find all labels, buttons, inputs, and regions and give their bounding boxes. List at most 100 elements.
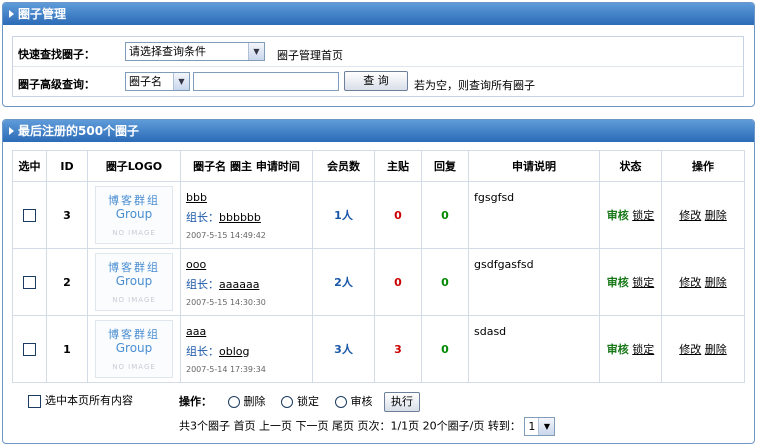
member-count: 2人 [312,248,375,316]
apply-time: 2007-5-15 14:49:42 [186,230,266,240]
select-all-checkbox[interactable] [28,394,41,408]
chevron-down-icon[interactable]: ▼ [538,418,555,435]
header-replies: 回复 [421,150,469,182]
quick-find-select-value: 请选择查询条件 [129,45,206,58]
chevron-down-icon[interactable]: ▼ [173,73,189,90]
radio-lock-label: 锁定 [297,395,319,408]
apply-time: 2007-5-15 14:30:30 [186,297,266,307]
advanced-query-label: 圈子高级查询： [18,78,95,91]
delete-link[interactable]: 删除 [705,343,727,356]
chevron-down-icon[interactable]: ▼ [248,43,264,60]
table-row: 3 博客群组 Group NO IMAGE bbb 组长：bbbbbb 2007-5… [12,181,745,249]
ops-label: 操作： [179,395,212,408]
table-row: 2 博客群组 Group NO IMAGE ooo 组长：aaaaaa 2007-5… [12,248,745,316]
circle-logo: 博客群组 Group NO IMAGE [95,186,173,244]
query-box: 快速查找圈子： 请选择查询条件 ▼ 圈子管理首页 圈子高级查询： 圈子名 ▼ 查 询… [12,36,744,97]
header-name: 圈子名 圈主 申请时间 [180,150,313,182]
quick-find-select[interactable]: 请选择查询条件 ▼ [125,42,265,61]
header-posts: 主贴 [374,150,422,182]
panel-title: 最后注册的500个圈子 [18,124,140,138]
row-id: 1 [46,315,88,383]
row-checkbox[interactable] [23,275,36,289]
header-actions: 操作 [661,150,745,182]
panel-header: 最后注册的500个圈子 [3,120,754,142]
circle-management-panel: 圈子管理 快速查找圈子： 请选择查询条件 ▼ 圈子管理首页 圈子高级查询： 圈子名… [2,2,755,107]
audit-status-link[interactable]: 审核 [607,343,629,356]
header-select: 选中 [12,150,47,182]
table-footer: 选中本页所有内容 操作： 删除 锁定 审核 执行 共3个圈子 首页 上一页 下一… [3,385,754,440]
search-hint: 若为空，则查询所有圈子 [414,79,535,92]
panel-header: 圈子管理 [3,3,754,25]
edit-link[interactable]: 修改 [679,209,701,222]
radio-delete[interactable] [227,396,240,408]
post-count: 0 [374,181,422,249]
lock-link[interactable]: 锁定 [632,209,654,222]
post-count: 3 [374,315,422,383]
edit-link[interactable]: 修改 [679,343,701,356]
leader-link[interactable]: aaaaaa [219,278,259,291]
circle-logo: 博客群组 Group NO IMAGE [95,253,173,311]
reply-count: 0 [421,181,469,249]
header-members: 会员数 [312,150,375,182]
circle-name-link[interactable]: aaa [186,325,312,338]
leader-link[interactable]: oblog [219,345,249,358]
page-select-value: 1 [528,420,536,433]
leader-label: 组长： [186,277,219,291]
row-id: 2 [46,248,88,316]
header-description: 申请说明 [468,150,600,182]
circle-name-link[interactable]: bbb [186,191,312,204]
triangle-icon [9,127,14,135]
header-logo: 圈子LOGO [87,150,181,182]
radio-lock[interactable] [281,396,293,408]
audit-status-link[interactable]: 审核 [607,276,629,289]
delete-link[interactable]: 删除 [705,209,727,222]
radio-audit-label: 审核 [350,395,373,408]
recent-circles-panel: 最后注册的500个圈子 选中 ID 圈子LOGO 圈子名 圈主 申请时间 会员数… [2,119,755,444]
audit-status-link[interactable]: 审核 [607,209,629,222]
member-count: 1人 [312,181,375,249]
row-id: 3 [46,181,88,249]
pagination: 共3个圈子 首页 上一页 下一页 尾页 页次：1/1页 20个圈子/页 转到： … [179,417,556,436]
row-checkbox[interactable] [23,342,36,356]
quick-find-label: 快速查找圈子： [18,48,95,61]
select-all-label: 选中本页所有内容 [45,394,133,407]
header-id: ID [46,150,88,182]
lock-link[interactable]: 锁定 [632,276,654,289]
table-row: 1 博客群组 Group NO IMAGE aaa 组长：oblog 2007-5-… [12,315,745,383]
lock-link[interactable]: 锁定 [632,343,654,356]
pager-text: 共3个圈子 首页 上一页 下一页 尾页 页次：1/1页 20个圈子/页 转到： [179,419,521,433]
apply-description: gsdfgasfsd [468,248,600,316]
advanced-query-input[interactable] [193,72,339,91]
leader-label: 组长： [186,210,219,224]
edit-link[interactable]: 修改 [679,276,701,289]
leader-label: 组长： [186,344,219,358]
table-header-row: 选中 ID 圈子LOGO 圈子名 圈主 申请时间 会员数 主贴 回复 申请说明 … [12,150,745,182]
page-select[interactable]: 1 ▼ [524,417,556,436]
home-link[interactable]: 圈子管理首页 [277,47,343,63]
execute-button[interactable]: 执行 [384,392,420,412]
quick-find-row: 快速查找圈子： 请选择查询条件 ▼ 圈子管理首页 [13,37,743,67]
radio-audit[interactable] [334,396,347,408]
delete-link[interactable]: 删除 [705,276,727,289]
advanced-field-select[interactable]: 圈子名 ▼ [125,72,190,91]
reply-count: 0 [421,315,469,383]
row-checkbox[interactable] [23,208,36,222]
apply-description: sdasd [468,315,600,383]
triangle-icon [9,10,14,18]
post-count: 0 [374,248,422,316]
circle-logo: 博客群组 Group NO IMAGE [95,320,173,378]
batch-operations: 操作： 删除 锁定 审核 执行 [179,392,420,412]
advanced-field-select-value: 圈子名 [129,75,162,88]
member-count: 3人 [312,315,375,383]
circle-name-link[interactable]: ooo [186,258,312,271]
reply-count: 0 [421,248,469,316]
leader-link[interactable]: bbbbbb [219,211,261,224]
radio-delete-label: 删除 [243,395,266,408]
panel-title: 圈子管理 [18,7,67,21]
advanced-query-row: 圈子高级查询： 圈子名 ▼ 查 询 若为空，则查询所有圈子 [13,67,743,97]
header-status: 状态 [599,150,662,182]
circle-table: 选中 ID 圈子LOGO 圈子名 圈主 申请时间 会员数 主贴 回复 申请说明 … [12,150,745,383]
apply-description: fgsgfsd [468,181,600,249]
search-button[interactable]: 查 询 [344,71,408,91]
apply-time: 2007-5-14 17:39:34 [186,364,266,374]
